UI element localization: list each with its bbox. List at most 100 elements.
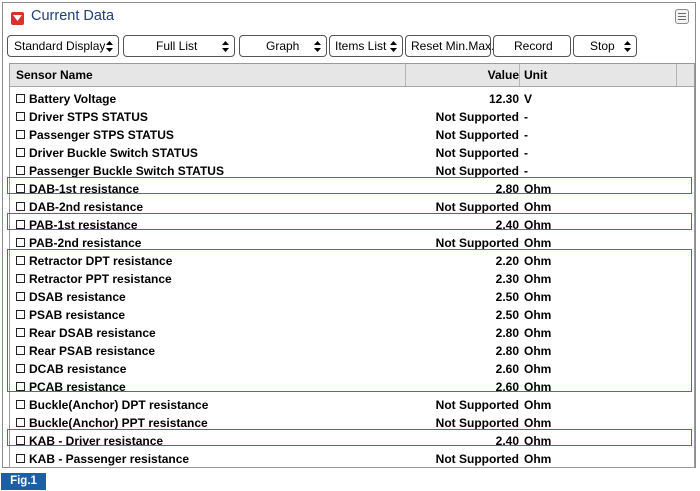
column-divider[interactable] <box>519 64 520 86</box>
checkbox-icon[interactable] <box>16 274 25 283</box>
items-list-select[interactable]: Items List <box>329 35 403 57</box>
table-row[interactable]: Driver STPS STATUS Not Supported - <box>10 108 694 126</box>
table-row[interactable]: Passenger STPS STATUS Not Supported - <box>10 126 694 144</box>
sensor-name: PAB-1st resistance <box>29 218 138 232</box>
reset-minmax-label: Reset Min.Max. <box>411 39 495 53</box>
sensor-unit: Ohm <box>524 308 552 322</box>
sensor-unit: - <box>524 164 528 178</box>
sensor-data-table: Sensor Name Value Unit Battery Voltage 12… <box>9 63 695 468</box>
table-row[interactable]: PAB-1st resistance 2.40 Ohm <box>10 216 694 234</box>
figure-label: Fig.1 <box>1 473 46 490</box>
table-row[interactable]: KAB - Driver resistance 2.40 Ohm <box>10 432 694 450</box>
checkbox-icon[interactable] <box>16 310 25 319</box>
items-list-label: Items List <box>335 39 387 53</box>
sensor-name: Driver Buckle Switch STATUS <box>29 146 198 160</box>
checkbox-icon[interactable] <box>16 238 25 247</box>
sensor-name: PSAB resistance <box>29 308 126 322</box>
up-down-arrow-icon <box>390 41 397 52</box>
sensor-name: DAB-1st resistance <box>29 182 140 196</box>
sensor-name: KAB - Passenger resistance <box>29 452 190 466</box>
sensor-name: Buckle(Anchor) DPT resistance <box>29 398 209 412</box>
sensor-name: DCAB resistance <box>29 362 127 376</box>
column-divider[interactable] <box>405 64 406 86</box>
table-row[interactable]: KAB - Passenger resistance Not Supported O… <box>10 450 694 467</box>
sensor-unit: Ohm <box>524 290 552 304</box>
checkbox-icon[interactable] <box>16 454 25 463</box>
checkbox-icon[interactable] <box>16 130 25 139</box>
table-header: Sensor Name Value Unit <box>10 64 694 87</box>
caret-down-icon[interactable] <box>11 12 24 25</box>
checkbox-icon[interactable] <box>16 202 25 211</box>
table-row[interactable]: Rear PSAB resistance 2.80 Ohm <box>10 342 694 360</box>
checkbox-icon[interactable] <box>16 94 25 103</box>
checkbox-icon[interactable] <box>16 112 25 121</box>
checkbox-icon[interactable] <box>16 148 25 157</box>
sensor-unit: Ohm <box>524 362 552 376</box>
table-row[interactable]: Buckle(Anchor) DPT resistance Not Support… <box>10 396 694 414</box>
full-list-select[interactable]: Full List <box>123 35 235 57</box>
sensor-name: DSAB resistance <box>29 290 126 304</box>
sensor-value: 2.40 <box>495 218 519 232</box>
checkbox-icon[interactable] <box>16 364 25 373</box>
checkbox-icon[interactable] <box>16 256 25 265</box>
sensor-name: PCAB resistance <box>29 380 126 394</box>
record-button[interactable]: Record <box>493 35 571 57</box>
table-row[interactable]: Driver Buckle Switch STATUS Not Supported… <box>10 144 694 162</box>
sensor-value: Not Supported <box>435 452 519 466</box>
sensor-name: Retractor DPT resistance <box>29 254 173 268</box>
header-value[interactable]: Value <box>488 68 519 82</box>
checkbox-icon[interactable] <box>16 328 25 337</box>
checkbox-icon[interactable] <box>16 346 25 355</box>
sensor-value: Not Supported <box>435 128 519 142</box>
sensor-unit: - <box>524 110 528 124</box>
table-row[interactable]: Passenger Buckle Switch STATUS Not Suppor… <box>10 162 694 180</box>
sensor-value: 2.30 <box>495 272 519 286</box>
record-label: Record <box>514 39 553 53</box>
sensor-unit: Ohm <box>524 344 552 358</box>
sensor-value: 2.40 <box>495 434 519 448</box>
table-row[interactable]: Buckle(Anchor) PPT resistance Not Support… <box>10 414 694 432</box>
menu-icon[interactable] <box>675 9 689 24</box>
sensor-value: 2.60 <box>495 380 519 394</box>
checkbox-icon[interactable] <box>16 436 25 445</box>
sensor-value: 2.80 <box>495 344 519 358</box>
checkbox-icon[interactable] <box>16 382 25 391</box>
header-sensor-name[interactable]: Sensor Name <box>16 68 93 82</box>
table-row[interactable]: PAB-2nd resistance Not Supported Ohm <box>10 234 694 252</box>
sensor-unit: Ohm <box>524 182 552 196</box>
sensor-unit: Ohm <box>524 398 552 412</box>
table-row[interactable]: Retractor PPT resistance 2.30 Ohm <box>10 270 694 288</box>
sensor-unit: - <box>524 128 528 142</box>
checkbox-icon[interactable] <box>16 292 25 301</box>
reset-minmax-button[interactable]: Reset Min.Max. <box>405 35 495 57</box>
table-row[interactable]: DAB-1st resistance 2.80 Ohm <box>10 180 694 198</box>
graph-select[interactable]: Graph <box>239 35 327 57</box>
checkbox-icon[interactable] <box>16 418 25 427</box>
sensor-name: Buckle(Anchor) PPT resistance <box>29 416 208 430</box>
sensor-value: 2.60 <box>495 362 519 376</box>
table-row[interactable]: Rear DSAB resistance 2.80 Ohm <box>10 324 694 342</box>
checkbox-icon[interactable] <box>16 166 25 175</box>
sensor-name: Rear PSAB resistance <box>29 344 156 358</box>
checkbox-icon[interactable] <box>16 220 25 229</box>
table-row[interactable]: PSAB resistance 2.50 Ohm <box>10 306 694 324</box>
sensor-value: 2.50 <box>495 308 519 322</box>
table-row[interactable]: PCAB resistance 2.60 Ohm <box>10 378 694 396</box>
sensor-value: Not Supported <box>435 110 519 124</box>
stop-select[interactable]: Stop <box>573 35 637 57</box>
table-row[interactable]: DSAB resistance 2.50 Ohm <box>10 288 694 306</box>
full-list-label: Full List <box>156 39 198 53</box>
table-row[interactable]: DAB-2nd resistance Not Supported Ohm <box>10 198 694 216</box>
checkbox-icon[interactable] <box>16 184 25 193</box>
sensor-name: Battery Voltage <box>29 92 117 106</box>
table-row[interactable]: Retractor DPT resistance 2.20 Ohm <box>10 252 694 270</box>
table-row[interactable]: Battery Voltage 12.30 V <box>10 90 694 108</box>
checkbox-icon[interactable] <box>16 400 25 409</box>
sensor-name: DAB-2nd resistance <box>29 200 144 214</box>
sensor-unit: Ohm <box>524 236 552 250</box>
sensor-unit: Ohm <box>524 452 552 466</box>
sensor-unit: Ohm <box>524 380 552 394</box>
table-row[interactable]: DCAB resistance 2.60 Ohm <box>10 360 694 378</box>
standard-display-select[interactable]: Standard Display <box>7 35 119 57</box>
header-unit[interactable]: Unit <box>524 68 547 82</box>
